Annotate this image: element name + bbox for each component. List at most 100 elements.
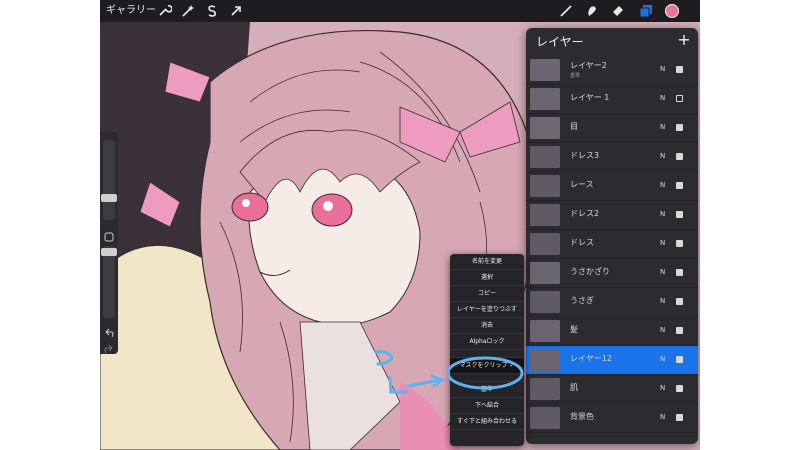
visibility-checkbox[interactable] (676, 153, 683, 160)
eraser-icon[interactable] (610, 3, 626, 19)
layer-name: 髪 (570, 325, 578, 334)
layer-sublabel: 基準 (570, 73, 581, 79)
layer-row[interactable]: ドレス N (526, 230, 698, 259)
layer-thumbnail[interactable] (530, 407, 560, 429)
opacity-slider-thumb[interactable] (101, 248, 117, 256)
blend-mode-button[interactable]: N (660, 210, 665, 219)
layer-name: うさかざり (570, 267, 610, 276)
layer-row[interactable]: ドレス2 N (526, 201, 698, 230)
layer-row[interactable]: 目N (526, 114, 698, 143)
layers-panel-title: レイヤー (536, 35, 584, 49)
visibility-checkbox[interactable] (676, 385, 683, 392)
blend-mode-button[interactable]: N (660, 65, 665, 74)
layer-thumbnail[interactable] (530, 146, 560, 168)
blend-mode-button[interactable]: N (660, 326, 665, 335)
layer-options-menu: 名前を変更 選択 コピー レイヤーを塗りつぶす 消去 Alphaロック マスクをクリップ ✓… (450, 254, 524, 446)
menu-item[interactable]: Alphaロック (450, 334, 524, 350)
menu-item[interactable]: 選択 (450, 270, 524, 286)
visibility-checkbox[interactable] (676, 124, 683, 131)
menu-item[interactable]: 名前を変更 (450, 254, 524, 270)
layer-thumbnail[interactable] (530, 59, 560, 81)
blend-mode-button[interactable]: N (660, 94, 665, 103)
layer-row[interactable]: 肌N (526, 375, 698, 404)
menu-item[interactable]: すぐ下と組み合わせる (450, 414, 524, 430)
wrench-icon[interactable] (156, 3, 172, 19)
layer-name: ドレス2 (570, 209, 600, 218)
layer-thumbnail[interactable] (530, 117, 560, 139)
layer-row[interactable]: うさぎ N (526, 288, 698, 317)
left-sidebar (100, 132, 118, 354)
visibility-checkbox[interactable] (676, 95, 683, 102)
layer-thumbnail[interactable] (530, 378, 560, 400)
visibility-checkbox[interactable] (676, 298, 683, 305)
redo-icon[interactable] (103, 340, 115, 354)
procreate-screen: ギャラリー レイヤー + レイヤー2 基準 N レイヤー 1 N 目 N ドレス… (100, 0, 700, 450)
visibility-checkbox[interactable] (676, 269, 683, 276)
layer-row[interactable]: うさかざり N (526, 259, 698, 288)
menu-item[interactable]: 消去 (450, 318, 524, 334)
layer-name: うさぎ (570, 296, 594, 305)
visibility-checkbox[interactable] (676, 356, 683, 363)
visibility-checkbox[interactable] (676, 327, 683, 334)
blend-mode-button[interactable]: N (660, 181, 665, 190)
layer-thumbnail[interactable] (530, 291, 560, 313)
visibility-checkbox[interactable] (676, 211, 683, 218)
add-layer-button[interactable]: + (676, 32, 692, 48)
visibility-checkbox[interactable] (676, 182, 683, 189)
layer-row[interactable]: 髪N (526, 317, 698, 346)
gallery-button[interactable]: ギャラリー (106, 3, 156, 19)
layer-list: レイヤー2 基準 N レイヤー 1 N 目 N ドレス3 N レース N ドレス2 N ドレス N うさかざり… (526, 56, 698, 433)
blend-mode-button[interactable]: N (660, 268, 665, 277)
modify-button[interactable] (103, 228, 115, 242)
menu-item[interactable]: コピー (450, 286, 524, 302)
layer-thumbnail[interactable] (530, 262, 560, 284)
brush-size-slider[interactable] (101, 140, 117, 220)
brush-size-slider-thumb[interactable] (101, 194, 117, 202)
blend-mode-button[interactable]: N (660, 123, 665, 132)
layer-name: ドレス3 (570, 151, 600, 160)
visibility-checkbox[interactable] (676, 66, 683, 73)
layer-name: 目 (570, 122, 578, 131)
menu-divider (450, 350, 524, 358)
menu-item[interactable]: 下へ結合 (450, 398, 524, 414)
layer-row[interactable]: レイヤー2 基準 N (526, 56, 698, 85)
selection-s-icon[interactable] (204, 3, 220, 19)
layer-thumbnail[interactable] (530, 88, 560, 110)
magic-wand-icon[interactable] (180, 3, 196, 19)
layers-icon[interactable] (638, 3, 654, 19)
blend-mode-button[interactable]: N (660, 355, 665, 364)
layer-row[interactable]: 背景色 N (526, 404, 698, 433)
layer-thumbnail[interactable] (530, 349, 560, 371)
smudge-icon[interactable] (584, 3, 600, 19)
layer-name: レース (570, 180, 594, 189)
undo-icon[interactable] (103, 324, 115, 338)
layer-name: レイヤー2 (570, 61, 607, 70)
layer-row[interactable]: ドレス3 N (526, 143, 698, 172)
menu-item[interactable]: レイヤーを塗りつぶす (450, 302, 524, 318)
layer-thumbnail[interactable] (530, 175, 560, 197)
layer-thumbnail[interactable] (530, 233, 560, 255)
visibility-checkbox[interactable] (676, 240, 683, 247)
blend-mode-button[interactable]: N (660, 297, 665, 306)
blend-mode-button[interactable]: N (660, 152, 665, 161)
layer-thumbnail[interactable] (530, 320, 560, 342)
transform-arrow-icon[interactable] (228, 3, 244, 19)
visibility-checkbox[interactable] (676, 414, 683, 421)
layer-name: レイヤー12 (570, 354, 612, 363)
layer-thumbnail[interactable] (530, 204, 560, 226)
blend-mode-button[interactable]: N (660, 413, 665, 422)
color-swatch-icon[interactable] (664, 3, 680, 19)
menu-item[interactable]: 基準 (450, 382, 524, 398)
blend-mode-button[interactable]: N (660, 384, 665, 393)
layer-row[interactable]: レース N (526, 172, 698, 201)
layer-row[interactable]: レイヤー 1 N (526, 85, 698, 114)
brush-icon[interactable] (558, 3, 574, 19)
layer-row[interactable]: レイヤー12 N (526, 346, 698, 375)
layer-name: ドレス (570, 238, 594, 247)
menu-item[interactable]: マスクをクリップ ✓ (450, 358, 524, 374)
layer-name: レイヤー 1 (570, 93, 610, 102)
blend-mode-button[interactable]: N (660, 239, 665, 248)
opacity-slider[interactable] (101, 246, 117, 318)
layer-name: 肌 (570, 383, 578, 392)
layer-name: 背景色 (570, 412, 594, 421)
